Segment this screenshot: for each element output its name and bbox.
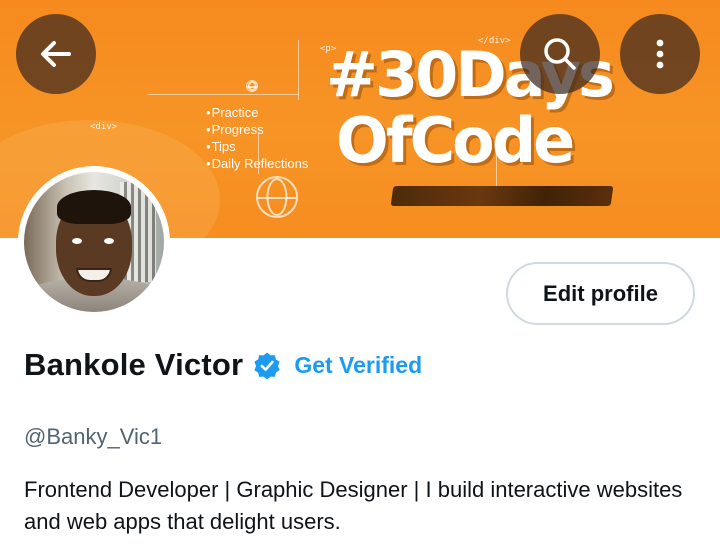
back-button[interactable]	[16, 14, 96, 94]
banner-brush-stroke	[390, 186, 614, 206]
name-row: Bankole Victor Get Verified	[24, 347, 422, 383]
banner-decor-line	[148, 94, 298, 95]
banner-list-item: Practice	[206, 104, 308, 121]
globe-icon	[246, 80, 258, 92]
search-icon	[544, 38, 576, 70]
get-verified-link[interactable]: Get Verified	[294, 352, 422, 379]
banner-code-tag: <div>	[90, 122, 118, 132]
profile-bio: Frontend Developer | Graphic Designer | …	[24, 477, 683, 534]
banner-list: Practice Progress Tips Daily Reflections	[206, 104, 309, 172]
banner-list-item: Progress	[206, 121, 308, 138]
globe-icon	[256, 176, 298, 218]
search-button[interactable]	[520, 14, 600, 94]
edit-profile-button[interactable]: Edit profile	[506, 262, 695, 325]
banner-list-item: Tips	[206, 138, 308, 155]
banner-list-item: Daily Reflections	[206, 155, 309, 172]
arrow-left-icon	[41, 41, 71, 67]
banner-hashtag-line2: OfCode	[336, 104, 575, 177]
avatar-eye	[104, 238, 114, 244]
verified-badge-icon[interactable]	[253, 351, 281, 379]
avatar-hair	[57, 190, 131, 224]
more-button[interactable]	[620, 14, 700, 94]
avatar-photo	[24, 172, 164, 312]
banner-decor-line	[298, 40, 299, 100]
avatar[interactable]	[18, 166, 170, 318]
more-vertical-icon	[656, 39, 664, 69]
user-handle: @Banky_Vic1	[24, 424, 163, 449]
avatar-eye	[72, 238, 82, 244]
display-name: Bankole Victor	[24, 347, 244, 382]
